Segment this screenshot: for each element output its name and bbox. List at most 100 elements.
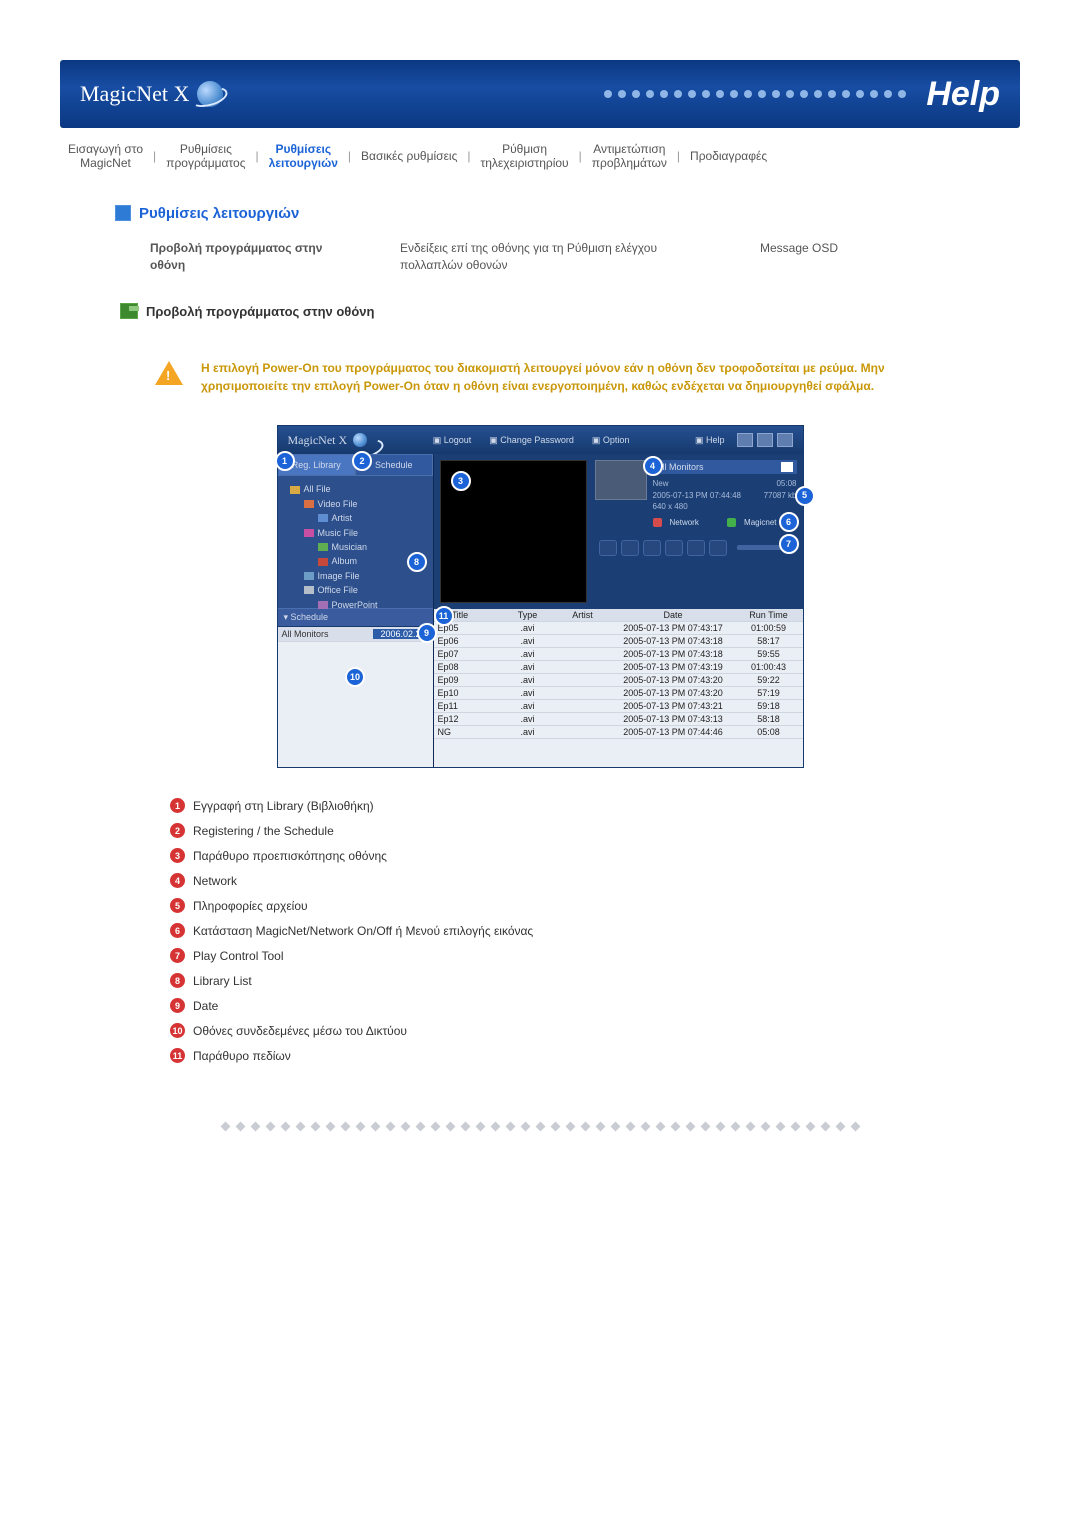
- tree-album[interactable]: Album: [290, 554, 427, 568]
- legend-item: 11 Παράθυρο πεδίων: [170, 1048, 1020, 1063]
- legend-number-icon: 11: [170, 1048, 185, 1063]
- callout-1: 1: [275, 451, 295, 471]
- play-button[interactable]: [643, 540, 661, 556]
- table-row[interactable]: Ep08.avi2005-07-13 PM 07:43:1901:00:43: [434, 661, 803, 674]
- nav-program-settings[interactable]: Ρυθμίσεις προγράμματος: [158, 138, 253, 175]
- section-title: Ρυθμίσεις λειτουργιών: [139, 205, 299, 222]
- help-link[interactable]: ▣ Help: [695, 435, 725, 446]
- schedule-col-monitor: All Monitors: [282, 629, 373, 639]
- monitor-header: 4 All Monitors: [653, 460, 797, 474]
- table-row[interactable]: Ep06.avi2005-07-13 PM 07:43:1858:17: [434, 635, 803, 648]
- nav-separator: |: [675, 149, 682, 163]
- legend-text: Παράθυρο πεδίων: [193, 1049, 291, 1063]
- nav-specs[interactable]: Προδιαγραφές: [682, 145, 775, 167]
- col-artist[interactable]: Artist: [558, 610, 608, 620]
- subsection-header: Προβολή προγράμματος στην οθόνη: [120, 303, 1020, 319]
- prev-button[interactable]: [599, 540, 617, 556]
- legend-number-icon: 1: [170, 798, 185, 813]
- tree-musician[interactable]: Musician: [290, 540, 427, 554]
- schedule-date[interactable]: 2006.02.2 9: [373, 629, 429, 639]
- sidebar: 1 Reg. Library 2 Schedule All File Video…: [278, 454, 434, 767]
- warning-text: Η επιλογή Power-On του προγράμματος του …: [201, 359, 920, 395]
- help-title: Help: [926, 75, 1000, 114]
- callout-4: 4: [643, 456, 663, 476]
- nav-separator: |: [577, 149, 584, 163]
- table-row[interactable]: Ep07.avi2005-07-13 PM 07:43:1859:55: [434, 648, 803, 661]
- magicnet-label: Magicnet: [744, 518, 776, 527]
- legend-number-icon: 8: [170, 973, 185, 988]
- nav-function-settings[interactable]: Ρυθμίσεις λειτουργιών: [261, 138, 346, 175]
- maximize-icon[interactable]: [757, 433, 773, 447]
- subnav-program-view[interactable]: Προβολή προγράμματος στην οθόνη: [120, 240, 370, 274]
- legend-text: Κατάσταση MagicNet/Network On/Off ή Μενο…: [193, 924, 533, 938]
- library-tree: All File Video File Artist Music File Mu…: [278, 476, 433, 608]
- legend-text: Παράθυρο προεπισκόπησης οθόνης: [193, 849, 387, 863]
- legend-item: 7Play Control Tool: [170, 948, 1020, 963]
- subnav-multi-monitor[interactable]: Ενδείξεις επί της οθόνης για τη Ρύθμιση …: [370, 240, 730, 274]
- tree-music[interactable]: Music File: [290, 526, 427, 540]
- info-panel: 4 All Monitors New05:08 2005-07-13 PM 07…: [593, 454, 803, 609]
- table-row[interactable]: Ep12.avi2005-07-13 PM 07:43:1358:18: [434, 713, 803, 726]
- nav-intro[interactable]: Εισαγωγή στο MagicNet: [60, 138, 151, 175]
- legend-item: 10Οθόνες συνδεδεμένες μέσω του Δικτύου: [170, 1023, 1020, 1038]
- close-icon[interactable]: [777, 433, 793, 447]
- folder-icon: [290, 486, 300, 494]
- tree-artist[interactable]: Artist: [290, 511, 427, 525]
- legend-number-icon: 3: [170, 848, 185, 863]
- section-header: Ρυθμίσεις λειτουργιών: [115, 205, 1020, 222]
- subsection-title: Προβολή προγράμματος στην οθόνη: [146, 304, 374, 319]
- tree-office[interactable]: Office File: [290, 583, 427, 597]
- tab-schedule[interactable]: 2 Schedule: [355, 454, 433, 476]
- tree-powerpoint[interactable]: PowerPoint: [290, 598, 427, 612]
- legend-text: Date: [193, 999, 218, 1013]
- tree-image[interactable]: Image File: [290, 569, 427, 583]
- change-password-button[interactable]: ▣ Change Password: [489, 435, 574, 446]
- legend-text: Network: [193, 874, 237, 888]
- nav-remote-settings[interactable]: Ρύθμιση τηλεχειριστηρίου: [473, 138, 577, 175]
- option-button[interactable]: ▣ Option: [592, 435, 630, 446]
- col-runtime[interactable]: Run Time: [739, 610, 799, 620]
- table-row[interactable]: Ep10.avi2005-07-13 PM 07:43:2057:19: [434, 687, 803, 700]
- app-brand: MagicNet X: [288, 433, 348, 448]
- table-row[interactable]: Ep05.avi2005-07-13 PM 07:43:1701:00:59: [434, 622, 803, 635]
- tree-root[interactable]: All File: [290, 482, 427, 496]
- col-date[interactable]: Date: [608, 610, 739, 620]
- preview-window: 3: [440, 460, 587, 603]
- thumbnail[interactable]: [595, 460, 647, 500]
- sub-navigation: Προβολή προγράμματος στην οθόνη Ενδείξει…: [120, 240, 1020, 274]
- legend-item: 9Date: [170, 998, 1020, 1013]
- col-title[interactable]: 11 Title: [438, 610, 498, 620]
- library-list: 11 Title Type Artist Date Run Time Ep05.…: [434, 609, 803, 767]
- tab-reg-library[interactable]: 1 Reg. Library: [278, 454, 356, 476]
- legend-text: Πληροφορίες αρχείου: [193, 899, 308, 913]
- stop-button[interactable]: [621, 540, 639, 556]
- callout-6: 6: [779, 512, 799, 532]
- nav-basic-settings[interactable]: Βασικές ρυθμίσεις: [353, 145, 465, 167]
- network-label: Network: [670, 518, 699, 527]
- legend-list: 1Εγγραφή στη Library (Βιβλιοθήκη)2Regist…: [170, 798, 1020, 1063]
- table-row[interactable]: Ep11.avi2005-07-13 PM 07:43:2159:18: [434, 700, 803, 713]
- play-controls: 7: [595, 536, 797, 560]
- warning-block: Η επιλογή Power-On του προγράμματος του …: [155, 359, 920, 395]
- banner-right: Help: [604, 75, 1000, 114]
- table-row[interactable]: NG.avi2005-07-13 PM 07:44:4605:08: [434, 726, 803, 739]
- logout-button[interactable]: ▣ Logout: [433, 435, 472, 446]
- info-size: 77087 kb5: [764, 490, 797, 501]
- pause-button[interactable]: [665, 540, 683, 556]
- help-banner: MagicNet X Help: [60, 60, 1020, 128]
- minimize-icon[interactable]: [737, 433, 753, 447]
- next-button[interactable]: [687, 540, 705, 556]
- legend-item: 6Κατάσταση MagicNet/Network On/Off ή Μεν…: [170, 923, 1020, 938]
- tree-video[interactable]: Video File: [290, 497, 427, 511]
- decorative-dots: [604, 90, 906, 98]
- nav-troubleshooting[interactable]: Αντιμετώπιση προβλημάτων: [584, 138, 675, 175]
- table-row[interactable]: Ep09.avi2005-07-13 PM 07:43:2059:22: [434, 674, 803, 687]
- globe-icon: [197, 81, 223, 107]
- subnav-message-osd[interactable]: Message OSD: [730, 240, 868, 274]
- col-type[interactable]: Type: [498, 610, 558, 620]
- fwd-button[interactable]: [709, 540, 727, 556]
- info-name: New: [653, 478, 669, 489]
- office-icon: [304, 586, 314, 594]
- callout-9: 9: [417, 623, 437, 643]
- legend-text: Εγγραφή στη Library (Βιβλιοθήκη): [193, 799, 374, 813]
